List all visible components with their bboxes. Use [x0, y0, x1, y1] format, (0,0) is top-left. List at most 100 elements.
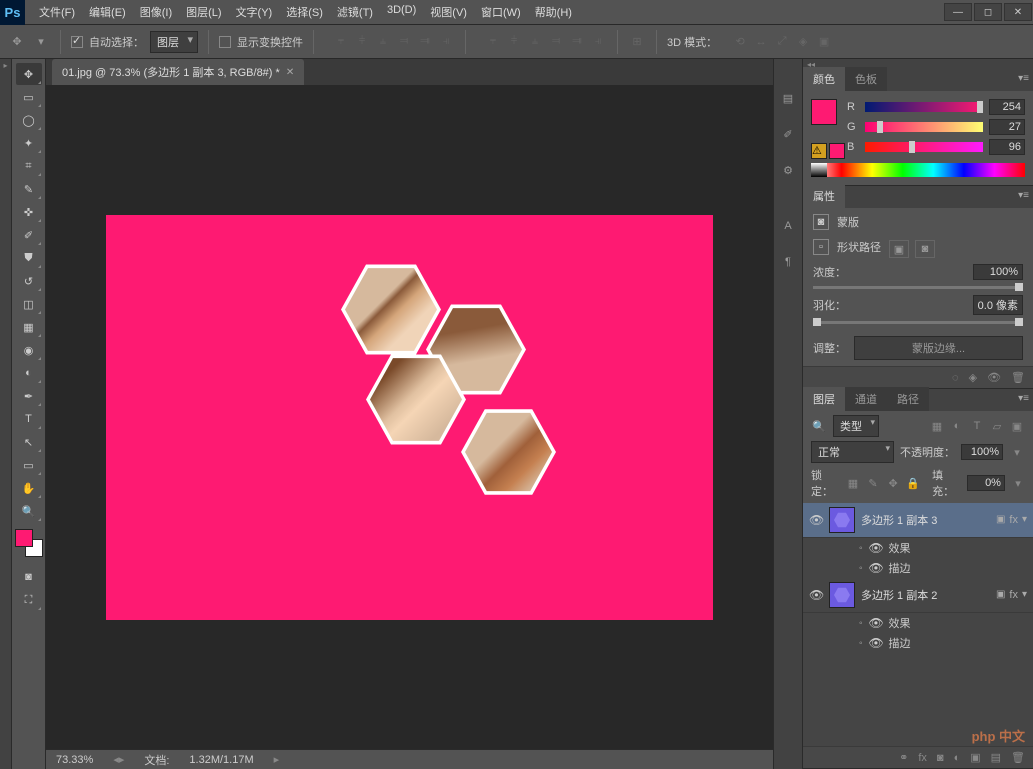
- g-value[interactable]: 27: [989, 119, 1025, 135]
- footer-eye-icon[interactable]: 👁: [987, 371, 1001, 384]
- mask-btn-1[interactable]: ▣: [889, 240, 909, 258]
- menu-file[interactable]: 文件(F): [33, 0, 81, 24]
- move-tool[interactable]: ✥: [16, 63, 42, 85]
- feather-slider[interactable]: [813, 321, 1023, 324]
- filter-adjust-icon[interactable]: ◐: [949, 418, 965, 434]
- b-slider[interactable]: [865, 142, 983, 152]
- dist-hcenter-icon[interactable]: ⫥: [568, 33, 586, 51]
- footer-icon[interactable]: ◈: [969, 371, 977, 384]
- hue-strip[interactable]: [811, 163, 1025, 177]
- visibility-icon[interactable]: 👁: [869, 636, 883, 650]
- panel-menu-icon[interactable]: ▾≡: [1018, 190, 1029, 201]
- eraser-tool[interactable]: ◫: [16, 293, 42, 315]
- color-swatches[interactable]: [15, 529, 43, 557]
- auto-align-icon[interactable]: ⊞: [628, 33, 646, 51]
- tab-paths[interactable]: 路径: [887, 387, 929, 411]
- show-transform-checkbox[interactable]: [219, 36, 231, 48]
- align-left-icon[interactable]: ⫤: [395, 33, 413, 51]
- layer-fx-badge[interactable]: ▣ fx ▾: [996, 589, 1027, 601]
- align-right-icon[interactable]: ⫣: [437, 33, 455, 51]
- minimize-button[interactable]: —: [944, 3, 972, 21]
- gradient-tool[interactable]: ▦: [16, 316, 42, 338]
- mask-icon[interactable]: ◙: [937, 752, 944, 764]
- align-hcenter-icon[interactable]: ⫥: [416, 33, 434, 51]
- link-layers-icon[interactable]: ⚭: [899, 751, 908, 764]
- filter-shape-icon[interactable]: ▱: [989, 418, 1005, 434]
- align-bottom-icon[interactable]: ⫨: [374, 33, 392, 51]
- hand-tool[interactable]: ✋: [16, 477, 42, 499]
- layer-name[interactable]: 多边形 1 副本 3: [861, 512, 990, 528]
- dist-top-icon[interactable]: ⫧: [484, 33, 502, 51]
- menu-select[interactable]: 选择(S): [280, 0, 329, 24]
- eyedropper-tool[interactable]: ✎: [16, 178, 42, 200]
- layer-name[interactable]: 多边形 1 副本 2: [861, 587, 990, 603]
- close-button[interactable]: ✕: [1004, 3, 1032, 21]
- dist-vcenter-icon[interactable]: ⫩: [505, 33, 523, 51]
- menu-image[interactable]: 图像(I): [134, 0, 178, 24]
- menu-help[interactable]: 帮助(H): [529, 0, 578, 24]
- dodge-tool[interactable]: ◐: [16, 362, 42, 384]
- lock-all-icon[interactable]: 🔒: [906, 475, 920, 491]
- orbit-icon[interactable]: ⟲: [731, 33, 749, 51]
- tab-swatches[interactable]: 色板: [845, 67, 887, 91]
- zoom-level[interactable]: 73.33%: [56, 754, 93, 766]
- menu-view[interactable]: 视图(V): [424, 0, 473, 24]
- pan-icon[interactable]: ↔: [752, 33, 770, 51]
- auto-select-checkbox[interactable]: [71, 36, 83, 48]
- shape-tool[interactable]: ▭: [16, 454, 42, 476]
- mask-btn-2[interactable]: ◙: [915, 240, 935, 258]
- density-value[interactable]: 100%: [973, 264, 1023, 280]
- panel-menu-icon[interactable]: ▾≡: [1018, 73, 1029, 84]
- menu-3d[interactable]: 3D(D): [381, 0, 422, 24]
- group-icon[interactable]: ▣: [970, 751, 980, 764]
- align-vcenter-icon[interactable]: ⫩: [353, 33, 371, 51]
- type-tool[interactable]: T: [16, 408, 42, 430]
- dist-bottom-icon[interactable]: ⫨: [526, 33, 544, 51]
- mask-edge-button[interactable]: 蒙版边缘...: [854, 336, 1023, 360]
- visibility-icon[interactable]: 👁: [869, 561, 883, 575]
- crop-tool[interactable]: ⌗: [16, 155, 42, 177]
- panel-menu-icon[interactable]: ▾≡: [1018, 393, 1029, 404]
- filter-type-icon[interactable]: T: [969, 418, 985, 434]
- feather-value[interactable]: 0.0 像素: [973, 295, 1023, 315]
- canvas[interactable]: [106, 215, 713, 620]
- brush-presets-icon[interactable]: ⚙: [777, 159, 799, 181]
- bg-color-preview[interactable]: [829, 143, 845, 159]
- document-tab[interactable]: 01.jpg @ 73.3% (多边形 1 副本 3, RGB/8#) * ✕: [52, 59, 304, 85]
- zoom-arrows-icon[interactable]: ◂▸: [113, 753, 124, 766]
- layer-stroke-row[interactable]: 👁 描边: [803, 633, 1033, 653]
- menu-type[interactable]: 文字(Y): [230, 0, 279, 24]
- wand-tool[interactable]: ✦: [16, 132, 42, 154]
- doc-info-arrow-icon[interactable]: ▸: [274, 753, 280, 766]
- auto-select-target[interactable]: 图层: [150, 31, 198, 53]
- dropdown-icon[interactable]: ▾: [32, 33, 50, 51]
- r-value[interactable]: 254: [989, 99, 1025, 115]
- fg-color-swatch[interactable]: [15, 529, 33, 547]
- history-brush-tool[interactable]: ↺: [16, 270, 42, 292]
- filter-kind-select[interactable]: 类型: [833, 415, 879, 437]
- maximize-button[interactable]: ◻: [974, 3, 1002, 21]
- slide-icon[interactable]: ◈: [794, 33, 812, 51]
- tab-layers[interactable]: 图层: [803, 387, 845, 411]
- dist-left-icon[interactable]: ⫤: [547, 33, 565, 51]
- visibility-icon[interactable]: 👁: [809, 588, 823, 602]
- filter-smart-icon[interactable]: ▣: [1009, 418, 1025, 434]
- histogram-icon[interactable]: ▤: [777, 87, 799, 109]
- r-slider[interactable]: [865, 102, 983, 112]
- layer-effects-row[interactable]: 👁 效果: [803, 613, 1033, 633]
- stamp-tool[interactable]: ⛊: [16, 247, 42, 269]
- b-value[interactable]: 96: [989, 139, 1025, 155]
- dist-right-icon[interactable]: ⫣: [589, 33, 607, 51]
- layer-fx-badge[interactable]: ▣ fx ▾: [996, 514, 1027, 526]
- dropdown-icon[interactable]: ▾: [1009, 444, 1025, 460]
- visibility-icon[interactable]: 👁: [809, 513, 823, 527]
- visibility-icon[interactable]: 👁: [869, 541, 883, 555]
- footer-icon[interactable]: ◌: [952, 372, 959, 384]
- opacity-input[interactable]: 100%: [961, 444, 1003, 460]
- camera-icon[interactable]: ▣: [815, 33, 833, 51]
- menu-window[interactable]: 窗口(W): [475, 0, 527, 24]
- menu-layer[interactable]: 图层(L): [180, 0, 227, 24]
- density-slider[interactable]: [813, 286, 1023, 289]
- collapse-icon[interactable]: ▸: [3, 61, 7, 70]
- blur-tool[interactable]: ◉: [16, 339, 42, 361]
